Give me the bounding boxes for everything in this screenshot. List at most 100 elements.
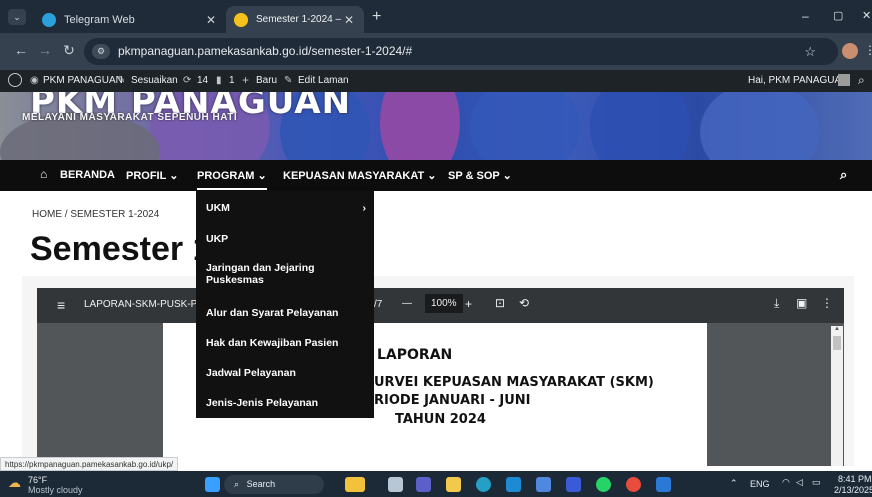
pencil-icon: ✎ <box>117 75 126 86</box>
dropdown-item-jenis[interactable]: Jenis-Jenis Pelayanan <box>206 397 318 409</box>
file-explorer-icon[interactable] <box>446 477 461 492</box>
pdf-line-1: LAPORAN <box>377 347 453 363</box>
pdf-toolbar: ≡ LAPORAN-SKM-PUSK-PAI /7 — 100% + ⊡ ⟲ ⤓… <box>37 288 844 323</box>
close-tab-icon[interactable]: ✕ <box>204 13 218 27</box>
maximize-button[interactable]: ▢ <box>833 9 843 22</box>
battery-icon[interactable]: ▭ <box>812 477 821 488</box>
admin-edit-page-link[interactable]: Edit Laman <box>298 75 349 86</box>
tab-search-button[interactable]: ⌄ <box>8 9 26 25</box>
breadcrumb: HOME / SEMESTER 1-2024 <box>32 209 159 220</box>
pdf-line-3: RIODE JANUARI - JUNI <box>374 393 531 408</box>
dropdown-item-jadwal[interactable]: Jadwal Pelayanan <box>206 367 296 379</box>
browser-menu-icon[interactable]: ⋮ <box>864 43 872 57</box>
browser-toolbar: ← → ↻ ⚙ pkmpanaguan.pamekasankab.go.id/s… <box>0 33 872 70</box>
site-tagline: MELAYANI MASYARAKAT SEPENUH HATI <box>22 112 238 123</box>
windows-start-icon[interactable] <box>205 477 220 492</box>
forward-button[interactable]: → <box>36 42 54 58</box>
dropdown-item-alur[interactable]: Alur dan Syarat Pelayanan <box>206 307 338 319</box>
clock-date[interactable]: 2/13/2025 <box>834 485 872 495</box>
admin-avatar[interactable] <box>838 74 850 86</box>
admin-search-icon[interactable]: ⌕ <box>858 73 865 88</box>
nav-label: PROFIL <box>126 170 167 182</box>
edge-icon[interactable] <box>476 477 491 492</box>
app-icon[interactable] <box>566 477 581 492</box>
weather-desc: Mostly cloudy <box>28 485 83 495</box>
admin-greeting[interactable]: Hai, PKM PANAGUAN <box>748 75 848 86</box>
profile-avatar[interactable] <box>842 43 858 59</box>
clock-time[interactable]: 8:41 PM <box>838 474 872 484</box>
tab-title: Telegram Web <box>64 13 135 26</box>
zoom-out-button[interactable]: — <box>402 298 412 309</box>
chevron-up-icon[interactable]: ⌃ <box>730 478 738 489</box>
nav-label: PROGRAM <box>197 170 255 182</box>
home-icon[interactable]: ⌂ <box>40 167 47 181</box>
pdf-menu-icon[interactable]: ≡ <box>57 297 65 313</box>
tab-telegram[interactable]: Telegram Web ✕ <box>34 6 226 33</box>
nav-label: KEPUASAN MASYARAKAT <box>283 170 425 182</box>
dropdown-label: UKM <box>206 202 230 214</box>
close-window-button[interactable]: ✕ <box>862 9 871 22</box>
language-indicator[interactable]: ENG <box>750 479 770 489</box>
search-icon[interactable]: ⌕ <box>840 167 847 183</box>
widgets-icon[interactable] <box>345 477 365 492</box>
minimize-button[interactable]: – <box>802 9 809 23</box>
banner-photo-detail <box>590 92 690 160</box>
fit-page-icon[interactable]: ⊡ <box>495 296 505 310</box>
store-icon[interactable] <box>506 477 521 492</box>
weather-icon[interactable]: ☁ <box>8 475 21 491</box>
dropdown-item-ukp[interactable]: UKP <box>206 233 228 245</box>
chrome-icon[interactable] <box>626 477 641 492</box>
dropdown-item-jaringan[interactable]: Jaringan dan Jejaring Puskesmas <box>206 262 356 286</box>
nav-item-program[interactable]: PROGRAM ⌄ <box>197 169 267 190</box>
nav-item-sp-sop[interactable]: SP & SOP ⌄ <box>448 169 512 182</box>
chevron-down-icon: ⌄ <box>169 170 179 182</box>
wordpress-icon[interactable] <box>8 73 22 87</box>
download-icon[interactable]: ⤓ <box>774 296 779 311</box>
reload-button[interactable]: ↻ <box>60 42 78 59</box>
nav-item-kepuasan-masyarakat[interactable]: KEPUASAN MASYARAKAT ⌄ <box>283 169 436 182</box>
print-icon[interactable]: ▣ <box>796 296 807 310</box>
dropdown-item-hak[interactable]: Hak dan Kewajiban Pasien <box>206 337 338 349</box>
comment-icon: ▮ <box>216 75 222 86</box>
rotate-icon[interactable]: ⟲ <box>519 296 529 310</box>
search-icon: ⌕ <box>234 479 240 489</box>
site-info-icon[interactable]: ⚙ <box>92 44 110 59</box>
site-favicon-icon <box>234 12 248 27</box>
admin-customize-link[interactable]: Sesuaikan <box>131 75 178 86</box>
main-navigation: ⌂ BERANDA PROFIL ⌄ PROGRAM ⌄ KEPUASAN MA… <box>0 160 872 191</box>
app-icon[interactable] <box>536 477 551 492</box>
admin-site-link[interactable]: PKM PANAGUAN <box>43 75 123 86</box>
address-bar[interactable]: ⚙ pkmpanaguan.pamekasankab.go.id/semeste… <box>84 38 838 65</box>
zoom-level[interactable]: 100% <box>425 294 463 313</box>
task-view-icon[interactable] <box>388 477 403 492</box>
more-options-icon[interactable]: ⋮ <box>821 296 833 310</box>
dashboard-icon: ◉ <box>30 75 39 86</box>
zoom-in-button[interactable]: + <box>465 297 472 311</box>
teams-icon[interactable] <box>416 477 431 492</box>
chevron-down-icon: ⌄ <box>257 170 267 182</box>
close-tab-icon[interactable]: ✕ <box>342 13 356 27</box>
chevron-down-icon: ⌄ <box>427 170 437 182</box>
scroll-up-arrow-icon[interactable]: ▲ <box>834 326 840 332</box>
breadcrumb-home[interactable]: HOME <box>32 209 62 220</box>
taskbar-search[interactable]: ⌕ Search <box>224 475 324 494</box>
pdf-scrollbar-thumb[interactable] <box>833 336 841 350</box>
weather-temp[interactable]: 76°F <box>28 475 47 485</box>
back-button[interactable]: ← <box>12 42 30 58</box>
tab-semester[interactable]: Semester 1-2024 – PKM PANAG ✕ <box>226 6 364 33</box>
new-tab-button[interactable]: + <box>372 8 381 26</box>
admin-updates-count[interactable]: 14 <box>197 75 208 86</box>
nav-label: SP & SOP <box>448 170 500 182</box>
nav-item-beranda[interactable]: BERANDA <box>60 169 115 181</box>
header-banner: PKM PANAGUAN MELAYANI MASYARAKAT SEPENUH… <box>0 92 872 160</box>
dropdown-item-ukm[interactable]: UKM › <box>206 202 366 214</box>
edit-pencil-icon: ✎ <box>284 75 293 86</box>
nav-item-profil[interactable]: PROFIL ⌄ <box>126 169 178 182</box>
volume-icon[interactable]: ◁ <box>796 477 803 488</box>
wifi-icon[interactable]: ◠ <box>782 477 790 488</box>
bookmark-star-icon[interactable]: ☆ <box>804 38 816 65</box>
admin-new-link[interactable]: Baru <box>256 75 277 86</box>
word-icon[interactable] <box>656 477 671 492</box>
admin-comments-count[interactable]: 1 <box>229 75 235 86</box>
whatsapp-icon[interactable] <box>596 477 611 492</box>
